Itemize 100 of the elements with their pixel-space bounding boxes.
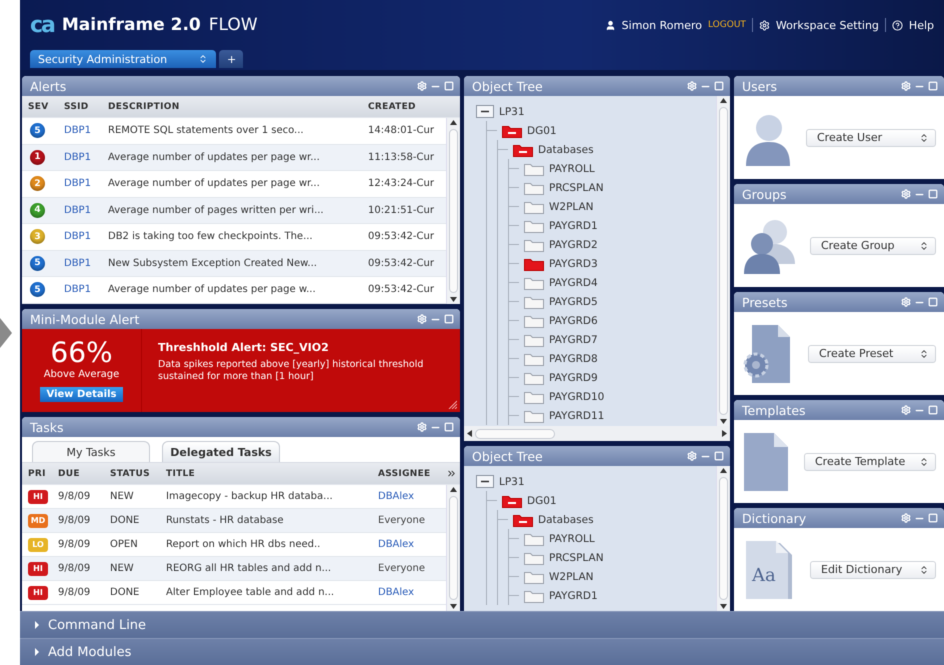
folder-icon[interactable] <box>513 142 533 156</box>
add-tab-button[interactable]: + <box>219 50 243 68</box>
action-select[interactable]: Edit Dictionary <box>810 560 936 578</box>
column-header[interactable]: SSID <box>58 102 102 112</box>
logout-link[interactable]: LOGOUT <box>708 20 746 30</box>
tree-item[interactable]: Databases <box>538 514 594 526</box>
tree-item[interactable]: DG01 <box>527 124 557 136</box>
tree-item[interactable]: PAYGRD2 <box>549 238 598 250</box>
maximize-icon[interactable] <box>714 451 724 461</box>
maximize-icon[interactable] <box>928 513 938 523</box>
folder-icon[interactable] <box>524 256 544 270</box>
collapse-icon[interactable] <box>476 475 494 488</box>
tree-item[interactable]: PAYGRD7 <box>549 334 598 346</box>
maximize-icon[interactable] <box>928 297 938 307</box>
scrollbar[interactable] <box>446 118 460 304</box>
tree-item[interactable]: PAYGRD4 <box>549 276 598 288</box>
collapse-icon[interactable] <box>476 105 494 118</box>
tree-item[interactable]: LP31 <box>499 106 525 118</box>
tree-item[interactable]: PRCSPLAN <box>549 552 604 564</box>
expand-columns-icon[interactable] <box>446 468 457 479</box>
tree-item[interactable]: PRCSPLAN <box>549 182 604 194</box>
collapsible-bar[interactable]: Add Modules <box>20 638 944 665</box>
scroll-up-icon[interactable] <box>450 487 457 492</box>
collapsible-bar[interactable]: Command Line <box>20 611 944 638</box>
scrollbar[interactable] <box>716 466 730 611</box>
action-select[interactable]: Create Template <box>804 452 936 470</box>
column-header[interactable]: SEV <box>22 102 58 112</box>
scrollbar[interactable] <box>716 96 730 426</box>
tab[interactable]: Delegated Tasks <box>162 441 280 462</box>
tree-item[interactable]: PAYROLL <box>549 532 595 544</box>
scroll-left-icon[interactable] <box>467 430 472 437</box>
action-select[interactable]: Create Group <box>810 236 936 254</box>
ssid-link[interactable]: DBP1 <box>58 258 102 269</box>
maximize-icon[interactable] <box>714 81 724 91</box>
maximize-icon[interactable] <box>444 422 454 432</box>
table-cell-text: NEW <box>109 563 135 574</box>
assignee-link[interactable]: DBAlex <box>372 587 446 598</box>
tree-item[interactable]: W2PLAN <box>549 200 594 212</box>
workspace-tab[interactable]: Security Administration <box>30 50 216 68</box>
user-name[interactable]: Simon Romero <box>622 18 702 32</box>
folder-icon[interactable] <box>502 124 522 138</box>
maximize-icon[interactable] <box>444 81 454 91</box>
column-header[interactable]: STATUS <box>104 468 160 478</box>
priority-badge: HI <box>28 490 48 504</box>
column-header[interactable]: CREATED <box>362 102 446 112</box>
action-select[interactable]: Create User <box>806 128 936 146</box>
settings-icon[interactable] <box>758 20 770 30</box>
resize-grip-icon[interactable] <box>447 399 457 409</box>
tab[interactable]: My Tasks <box>32 441 150 462</box>
ssid-link[interactable]: DBP1 <box>58 152 102 163</box>
tree-item[interactable]: PAYGRD9 <box>549 372 598 384</box>
tree-item[interactable]: PAYROLL <box>549 162 595 174</box>
tree-item[interactable]: Databases <box>538 144 594 156</box>
ssid-link[interactable]: DBP1 <box>58 204 102 216</box>
tree-item[interactable]: PAYGRD1 <box>549 590 598 602</box>
assignee-link[interactable]: DBAlex <box>372 539 446 550</box>
ssid-link[interactable]: DBP1 <box>58 178 102 190</box>
tree-item[interactable]: LP31 <box>499 476 525 488</box>
scroll-up-icon[interactable] <box>720 468 727 473</box>
scroll-down-icon[interactable] <box>720 604 727 609</box>
tree-item[interactable]: PAYGRD8 <box>549 352 598 364</box>
tree-item[interactable]: PAYGRD1 <box>549 220 598 232</box>
ssid-link[interactable]: DBP1 <box>58 125 102 136</box>
ssid-link[interactable]: DBP1 <box>58 231 102 242</box>
panel-title: Tasks <box>30 420 64 434</box>
column-header[interactable]: PRI <box>22 468 52 478</box>
maximize-icon[interactable] <box>444 314 454 324</box>
folder-icon[interactable] <box>502 494 522 508</box>
tree-item[interactable]: PAYGRD6 <box>549 314 598 326</box>
scroll-down-icon[interactable] <box>720 419 727 424</box>
scroll-up-icon[interactable] <box>450 120 457 125</box>
scrollbar[interactable] <box>446 485 460 611</box>
scroll-down-icon[interactable] <box>450 604 457 609</box>
scroll-up-icon[interactable] <box>720 98 727 103</box>
action-select[interactable]: Create Preset <box>808 344 936 362</box>
help-icon[interactable] <box>892 20 903 30</box>
tree-item[interactable]: DG01 <box>527 494 557 506</box>
maximize-icon[interactable] <box>928 81 938 91</box>
maximize-icon[interactable] <box>928 189 938 199</box>
tree-item[interactable]: PAYGRD5 <box>549 296 598 308</box>
chevron-icon[interactable] <box>0 318 12 348</box>
folder-icon[interactable] <box>513 512 533 526</box>
column-header[interactable]: DESCRIPTION <box>102 102 362 112</box>
tree-item[interactable]: PAYGRD3 <box>549 258 598 270</box>
horizontal-scrollbar[interactable] <box>464 426 730 441</box>
tree-item[interactable]: PAYGRD10 <box>549 390 604 402</box>
column-header[interactable]: TITLE <box>160 468 372 478</box>
view-details-button[interactable]: View Details <box>40 387 124 402</box>
assignee-link[interactable]: DBAlex <box>372 491 446 502</box>
scroll-right-icon[interactable] <box>722 430 727 437</box>
maximize-icon[interactable] <box>928 405 938 415</box>
tree-item[interactable]: PAYGRD11 <box>549 410 604 422</box>
column-header[interactable]: DUE <box>52 468 104 478</box>
panel-title: Dictionary <box>742 510 806 526</box>
help-link[interactable]: Help <box>908 18 934 32</box>
ssid-link[interactable]: DBP1 <box>58 284 102 296</box>
scroll-down-icon[interactable] <box>450 297 457 302</box>
column-header[interactable]: ASSIGNEE <box>372 468 446 478</box>
tree-item[interactable]: W2PLAN <box>549 570 594 582</box>
workspace-setting-link[interactable]: Workspace Setting <box>776 18 879 32</box>
